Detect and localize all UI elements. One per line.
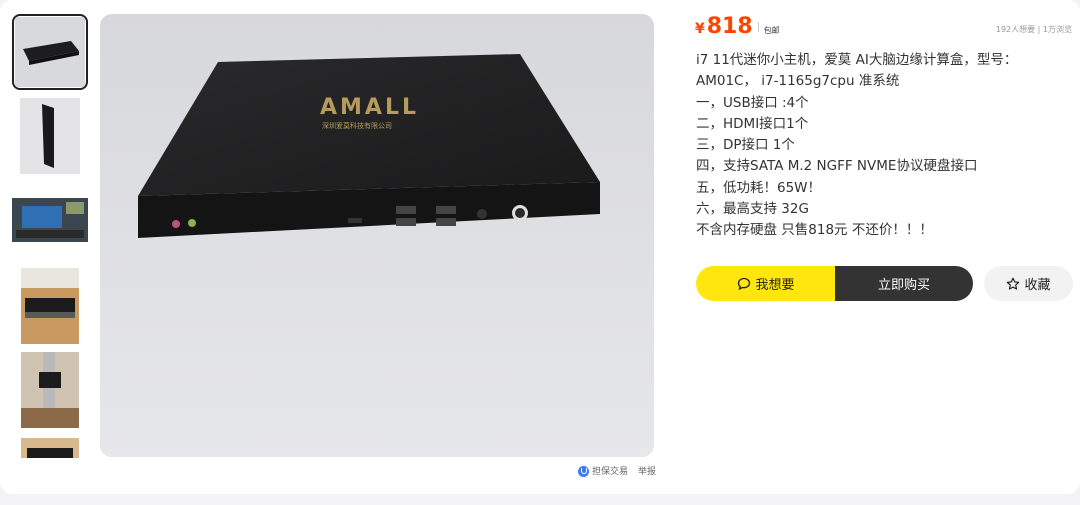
description-line: 五，低功耗！65W！ xyxy=(696,179,822,196)
description-line: 二，HDMI接口1个 xyxy=(696,115,809,132)
description-line: 三，DP接口 1个 xyxy=(696,137,795,154)
report-link[interactable]: 举报 xyxy=(638,464,656,477)
star-icon xyxy=(1007,277,1020,290)
description-line: 六，最高支持 32G xyxy=(696,201,809,218)
currency-symbol: ¥ xyxy=(695,21,705,37)
image-footer: 担保交易 举报 xyxy=(578,464,656,477)
shipping-badge: 包邮 xyxy=(763,26,780,35)
guarantee-link[interactable]: 担保交易 xyxy=(578,464,628,477)
thumbnail-list[interactable] xyxy=(12,14,90,458)
chat-bubble-icon xyxy=(738,277,751,290)
want-button-label: 我想要 xyxy=(755,278,795,293)
product-card: AMALL 深圳爱莫科技有限公司 担保交易 举报 ¥ 818 包邮 192人想要… xyxy=(0,0,1080,494)
description-line: 一，USB接口 :4个 xyxy=(696,94,809,111)
want-button[interactable]: 我想要 xyxy=(696,266,836,301)
thumbnail-2[interactable] xyxy=(12,98,88,174)
view-stats: 192人想要 | 1万浏览 xyxy=(995,25,1072,34)
thumbnail-5[interactable] xyxy=(12,352,88,428)
main-product-image[interactable]: AMALL 深圳爱莫科技有限公司 xyxy=(100,14,654,457)
description-line: 四，支持SATA M.2 NGFF NVME协议硬盘接口 xyxy=(696,158,978,175)
buy-now-button[interactable]: 立即购买 xyxy=(835,266,973,301)
product-description: i7 11代迷你小主机，爱莫 AI大脑边缘计算盒，型号： AM01C， i7-1… xyxy=(696,50,1076,242)
favorite-button[interactable]: 收藏 xyxy=(984,266,1073,301)
thumbnail-6[interactable] xyxy=(12,438,88,458)
shield-icon xyxy=(578,466,589,477)
image-brand-subtext: 深圳爱莫科技有限公司 xyxy=(322,121,392,130)
description-line: 不含内存硬盘 只售818元 不还价！！！ xyxy=(696,222,933,239)
description-line: AM01C， i7-1165g7cpu 准系统 xyxy=(696,73,900,90)
thumbnail-3[interactable] xyxy=(12,182,88,258)
thumbnail-4[interactable] xyxy=(12,268,88,344)
image-brand-logo: AMALL xyxy=(320,95,419,120)
price-value: 818 xyxy=(706,14,753,39)
favorite-button-label: 收藏 xyxy=(1024,278,1051,293)
thumbnail-1[interactable] xyxy=(12,14,88,90)
divider xyxy=(757,21,759,32)
buy-button-label: 立即购买 xyxy=(877,278,930,293)
price-row: ¥ 818 包邮 xyxy=(695,14,780,39)
description-line: i7 11代迷你小主机，爱莫 AI大脑边缘计算盒，型号： xyxy=(696,52,1018,68)
guarantee-label: 担保交易 xyxy=(592,467,629,477)
